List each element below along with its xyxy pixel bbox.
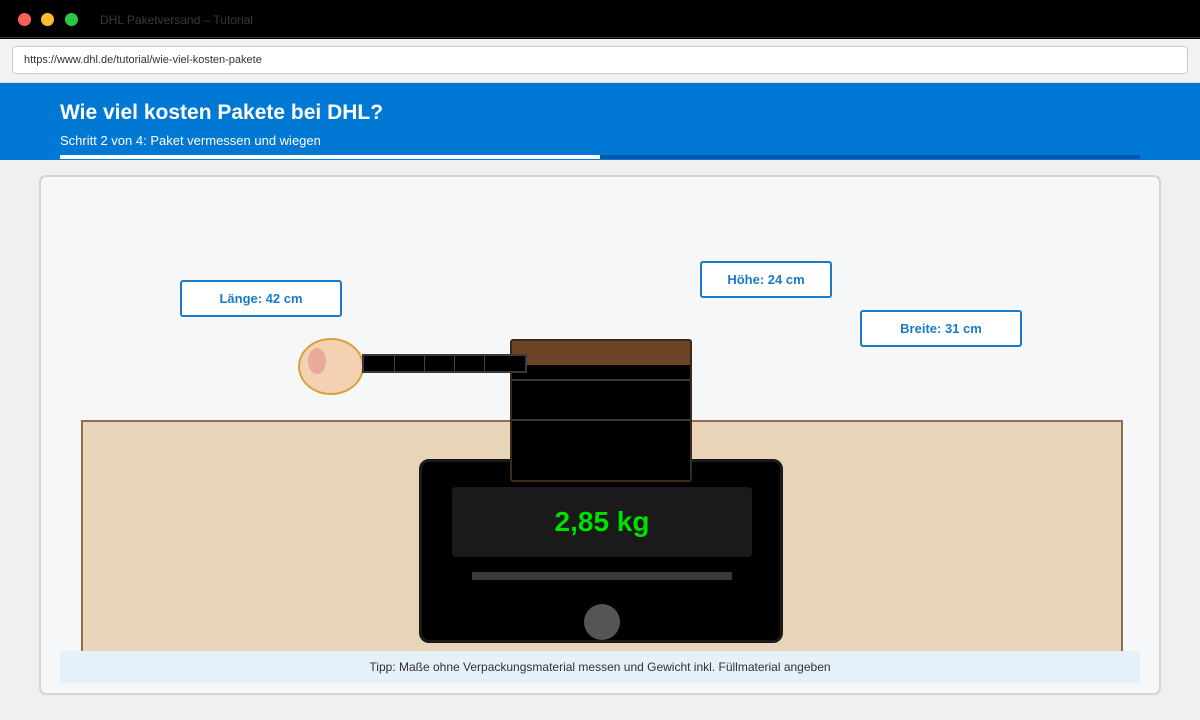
browser-toolbar: https://www.dhl.de/tutorial/wie-viel-kos… [0, 39, 1200, 83]
measuring-tape [362, 354, 527, 373]
scale-weight-reading: 2,85 kg [554, 506, 650, 537]
fingernail-icon [308, 348, 326, 374]
minimize-window-button[interactable] [41, 13, 54, 26]
kitchen-scale: 2,85 kg [419, 459, 783, 643]
hand-icon [298, 338, 364, 395]
scale-slot [472, 572, 732, 580]
parcel-box [510, 339, 692, 482]
height-label: Höhe: 24 cm [700, 261, 832, 298]
step-indicator: Schritt 2 von 4: Paket vermessen und wie… [60, 133, 321, 148]
parcel-lid [512, 341, 690, 365]
scale-display: 2,85 kg [452, 487, 752, 557]
close-window-button[interactable] [18, 13, 31, 26]
step-progress-bar [60, 155, 1140, 159]
tape-tick [394, 356, 395, 371]
parcel-tape-line [512, 379, 690, 381]
tape-tick [424, 356, 425, 371]
length-label: Länge: 42 cm [180, 280, 342, 317]
tape-tick [454, 356, 455, 371]
maximize-window-button[interactable] [65, 13, 78, 26]
tip-banner: Tipp: Maße ohne Verpackungsmaterial mess… [60, 651, 1140, 683]
address-bar[interactable]: https://www.dhl.de/tutorial/wie-viel-kos… [12, 46, 1188, 74]
window-title: DHL Paketversand – Tutorial [100, 13, 253, 27]
width-label: Breite: 31 cm [860, 310, 1022, 347]
address-bar-url: https://www.dhl.de/tutorial/wie-viel-kos… [24, 54, 262, 66]
tape-tick [484, 356, 485, 371]
page-header: Wie viel kosten Pakete bei DHL? Schritt … [0, 83, 1200, 160]
illustration-card: 2,85 kg Länge: 42 cm Höhe: 24 cm Breite:… [39, 175, 1161, 695]
scale-knob [584, 604, 620, 640]
step-progress-fill [60, 155, 600, 159]
parcel-tape-line [512, 419, 690, 421]
window-titlebar: DHL Paketversand – Tutorial [0, 0, 1200, 38]
page-title: Wie viel kosten Pakete bei DHL? [60, 101, 384, 124]
